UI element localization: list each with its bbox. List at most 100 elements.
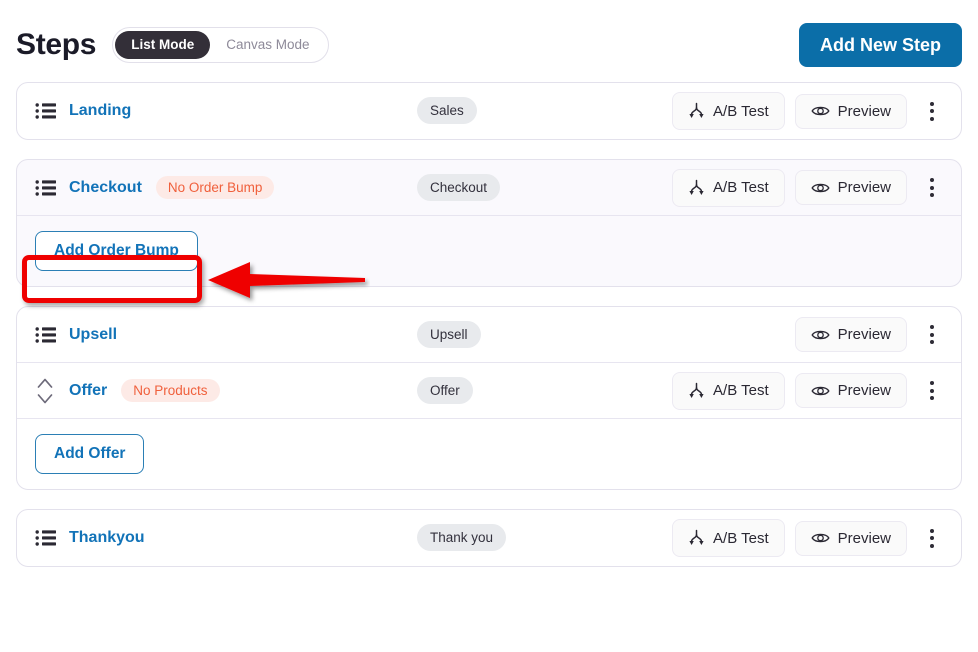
- step-card-landing: Landing Sales A/B Test Preview: [16, 82, 962, 140]
- ab-test-button[interactable]: A/B Test: [672, 519, 785, 557]
- row-menu-button[interactable]: [919, 376, 945, 406]
- eye-icon: [811, 181, 830, 195]
- step-type-pill: Checkout: [417, 173, 501, 201]
- kebab-dot: [930, 381, 934, 385]
- page-title: Steps: [16, 28, 97, 61]
- ab-test-label: A/B Test: [713, 382, 769, 399]
- kebab-dot: [930, 340, 934, 344]
- list-icon: [35, 102, 57, 120]
- kebab-dot: [930, 396, 934, 400]
- card-footer-action-row: Add Offer: [17, 419, 961, 489]
- preview-button[interactable]: Preview: [794, 93, 907, 129]
- table-row: Landing Sales A/B Test Preview: [17, 83, 961, 139]
- ab-test-button[interactable]: A/B Test: [672, 92, 785, 130]
- preview-label: Preview: [837, 529, 891, 547]
- preview-button[interactable]: Preview: [794, 520, 907, 556]
- ab-test-label: A/B Test: [713, 102, 769, 120]
- preview-label: Preview: [837, 382, 891, 399]
- table-row: Upsell Upsell Preview: [17, 307, 961, 363]
- ab-test-button[interactable]: A/B Test: [672, 168, 785, 207]
- list-icon: [35, 529, 57, 547]
- split-branch-icon: [688, 529, 705, 547]
- card-footer-action-row: Add Order Bump: [17, 216, 961, 286]
- step-card-thankyou: Thankyou Thank you A/B Test Preview: [16, 509, 962, 567]
- sort-updown-icon[interactable]: [35, 374, 55, 408]
- drag-handle[interactable]: [35, 102, 61, 120]
- row-content: Checkout No Order Bump Checkout A/B Test…: [61, 168, 945, 207]
- drag-handle[interactable]: [35, 179, 61, 197]
- preview-label: Preview: [837, 102, 891, 120]
- row-actions: A/B Test Preview: [672, 168, 945, 207]
- step-name-link[interactable]: Upsell: [69, 326, 117, 344]
- row-content: Upsell Upsell Preview: [61, 317, 945, 352]
- step-type-pill-wrap: Upsell: [417, 320, 481, 348]
- step-card-upsell: Upsell Upsell Preview Offer No Products …: [16, 306, 962, 490]
- kebab-dot: [930, 388, 934, 393]
- status-badge: No Products: [121, 378, 220, 403]
- table-row: Offer No Products Offer A/B Test Preview: [17, 363, 961, 419]
- drag-handle[interactable]: [35, 529, 61, 547]
- preview-button[interactable]: Preview: [794, 317, 907, 352]
- step-type-pill-wrap: Checkout: [417, 173, 501, 201]
- tab-list-mode[interactable]: List Mode: [115, 31, 211, 59]
- row-content: Offer No Products Offer A/B Test Preview: [61, 371, 945, 410]
- eye-icon: [811, 531, 830, 545]
- step-card-checkout: Checkout No Order Bump Checkout A/B Test…: [16, 159, 962, 287]
- preview-label: Preview: [837, 326, 891, 343]
- kebab-dot: [930, 543, 934, 548]
- row-menu-button[interactable]: [919, 523, 945, 553]
- kebab-dot: [930, 116, 934, 121]
- status-badge: No Order Bump: [155, 175, 275, 200]
- step-type-pill-wrap: Offer: [417, 376, 473, 404]
- step-name-link[interactable]: Thankyou: [69, 529, 145, 547]
- split-branch-icon: [688, 179, 705, 197]
- eye-icon: [811, 328, 830, 342]
- tab-canvas-mode[interactable]: Canvas Mode: [210, 31, 325, 59]
- drag-handle[interactable]: [35, 374, 61, 408]
- step-type-pill-wrap: Thank you: [417, 524, 507, 551]
- row-actions: A/B Test Preview: [672, 519, 945, 557]
- step-name-link[interactable]: Landing: [69, 102, 131, 120]
- kebab-dot: [930, 109, 934, 113]
- step-name-link[interactable]: Checkout: [69, 179, 142, 197]
- split-branch-icon: [688, 102, 705, 120]
- step-type-pill: Upsell: [417, 320, 481, 348]
- add-offer-button[interactable]: Add Offer: [35, 434, 145, 474]
- kebab-dot: [930, 193, 934, 197]
- row-content: Landing Sales A/B Test Preview: [61, 92, 945, 130]
- row-actions: Preview: [794, 317, 945, 352]
- preview-button[interactable]: Preview: [794, 170, 907, 205]
- step-name-link[interactable]: Offer: [69, 382, 107, 400]
- steps-list: Landing Sales A/B Test Preview Checkout …: [0, 74, 978, 567]
- steps-page: Steps List Mode Canvas Mode Add New Step…: [0, 0, 978, 652]
- page-header: Steps List Mode Canvas Mode Add New Step: [0, 0, 978, 74]
- ab-test-label: A/B Test: [713, 529, 769, 547]
- ab-test-button[interactable]: A/B Test: [672, 371, 785, 410]
- drag-handle[interactable]: [35, 326, 61, 344]
- step-type-pill-wrap: Sales: [417, 97, 477, 124]
- step-type-pill: Thank you: [417, 524, 507, 551]
- row-actions: A/B Test Preview: [672, 92, 945, 130]
- kebab-dot: [930, 332, 934, 337]
- list-icon: [35, 179, 57, 197]
- split-branch-icon: [688, 382, 705, 400]
- kebab-dot: [930, 101, 934, 106]
- row-menu-button[interactable]: [919, 173, 945, 203]
- preview-button[interactable]: Preview: [794, 373, 907, 408]
- kebab-dot: [930, 185, 934, 190]
- add-order-bump-button[interactable]: Add Order Bump: [35, 231, 198, 271]
- ab-test-label: A/B Test: [713, 179, 769, 196]
- add-new-step-button[interactable]: Add New Step: [798, 23, 962, 67]
- eye-icon: [811, 104, 830, 118]
- table-row: Checkout No Order Bump Checkout A/B Test…: [17, 160, 961, 216]
- list-icon: [35, 326, 57, 344]
- row-menu-button[interactable]: [919, 320, 945, 350]
- view-mode-toggle[interactable]: List Mode Canvas Mode: [112, 27, 329, 63]
- eye-icon: [811, 384, 830, 398]
- row-actions: A/B Test Preview: [672, 371, 945, 410]
- kebab-dot: [930, 528, 934, 533]
- row-menu-button[interactable]: [919, 96, 945, 126]
- table-row: Thankyou Thank you A/B Test Preview: [17, 510, 961, 566]
- step-type-pill: Sales: [417, 97, 477, 124]
- row-content: Thankyou Thank you A/B Test Preview: [61, 519, 945, 557]
